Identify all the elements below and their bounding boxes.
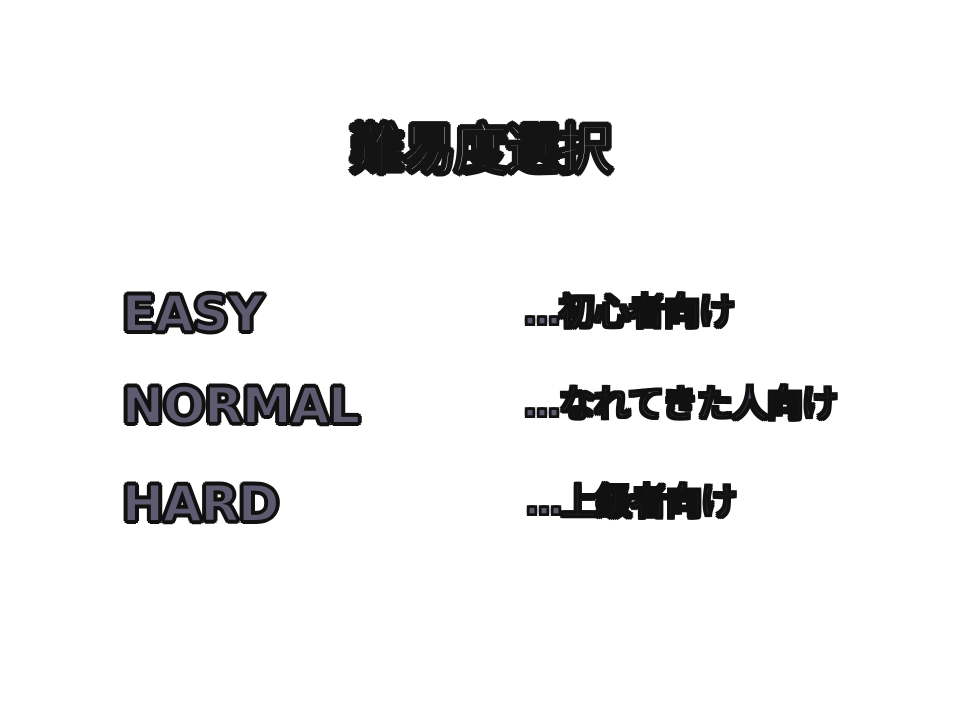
difficulty-option-normal[interactable]: NORMAL …なれてきた人向け [118, 376, 878, 440]
difficulty-label-easy: EASY [121, 284, 265, 344]
difficulty-option-hard[interactable]: HARD …上級者向け [118, 474, 878, 538]
difficulty-label-hard: HARD [121, 474, 281, 534]
difficulty-description-easy: …初心者向け [523, 291, 736, 334]
screen-title: 難易度選択 [349, 117, 613, 182]
difficulty-label-normal: NORMAL [121, 376, 361, 436]
difficulty-select-screen: 難易度選択 EASY …初心者向け NORMAL …なれてきた人向け HARD … [0, 0, 960, 720]
difficulty-description-hard: …上級者向け [525, 481, 738, 524]
difficulty-description-normal: …なれてきた人向け [523, 383, 838, 426]
difficulty-option-easy[interactable]: EASY …初心者向け [118, 284, 878, 348]
